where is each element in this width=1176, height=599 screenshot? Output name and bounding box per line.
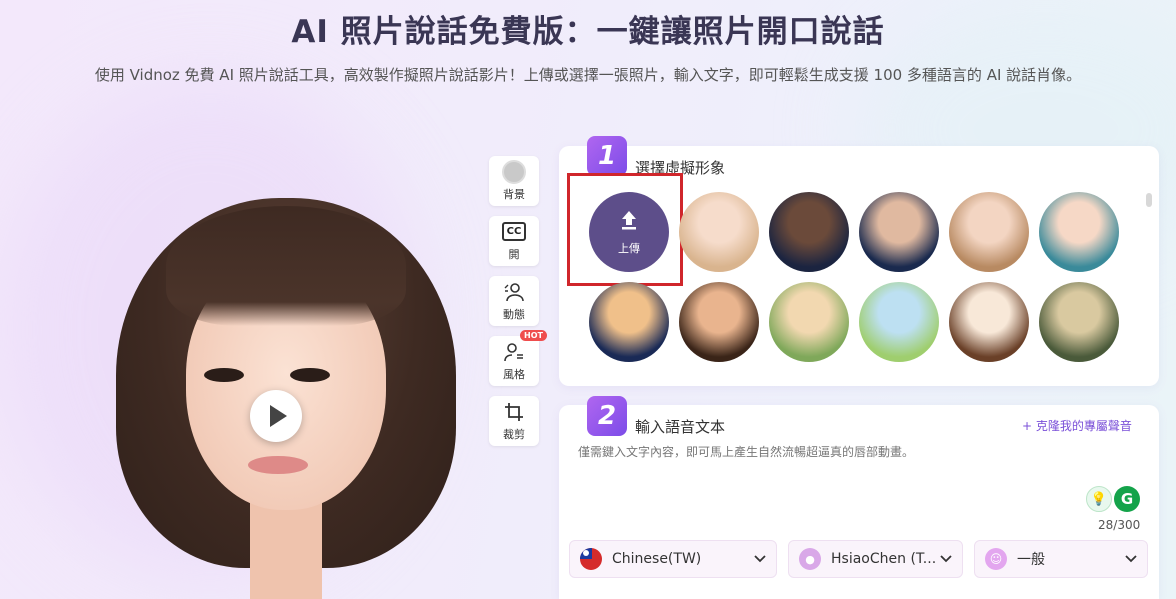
style-select[interactable]: ☺ 一般 <box>974 540 1148 578</box>
tool-label: 風格 <box>503 367 525 381</box>
clone-voice-link[interactable]: + 克隆我的專屬聲音 <box>1022 417 1132 434</box>
avatar-list-scrollbar[interactable] <box>1146 193 1152 207</box>
tool-label: 背景 <box>503 187 525 201</box>
language-select[interactable]: Chinese(TW) <box>569 540 777 578</box>
lightbulb-icon[interactable]: 💡 <box>1086 486 1112 512</box>
avatar-baby-1[interactable] <box>949 192 1029 272</box>
grammarly-icon[interactable]: G <box>1114 486 1140 512</box>
smile-emoji-icon: ☺ <box>985 548 1007 570</box>
right-eye <box>290 368 330 382</box>
avatar-cartoon-girl-1[interactable] <box>769 282 849 362</box>
cc-icon: CC <box>502 221 526 243</box>
chevron-down-icon <box>754 551 766 567</box>
helper-icons: 💡 G <box>1086 486 1140 512</box>
tool-motion[interactable]: 動態 <box>489 276 539 326</box>
avatar-cartoon-girl-2[interactable] <box>859 282 939 362</box>
bangs <box>166 206 406 326</box>
crop-icon <box>502 401 526 423</box>
taiwan-flag-icon <box>580 548 602 570</box>
play-icon[interactable] <box>250 390 302 442</box>
step-2-badge: 2 <box>587 396 627 436</box>
upload-button[interactable]: 上傳 <box>589 192 669 272</box>
tool-label: 閧 <box>508 247 520 261</box>
avatar-politician-cartoon[interactable] <box>589 282 669 362</box>
avatar-blonde-woman[interactable] <box>679 192 759 272</box>
page-subtitle: 使用 Vidnoz 免費 AI 照片說話工具，高效製作擬照片說話影片！上傳或選擇… <box>94 66 1082 84</box>
style-person-icon <box>502 341 526 363</box>
avatar-baby-hat[interactable] <box>679 282 759 362</box>
step-2-title: 輸入語音文本 <box>635 418 726 436</box>
tool-crop[interactable]: 裁剪 <box>489 396 539 446</box>
tool-label: 裁剪 <box>503 427 525 441</box>
tool-captions[interactable]: CC 閧 <box>489 216 539 266</box>
motion-person-icon <box>502 281 526 303</box>
voice-select[interactable]: ● HsiaoChen (T... <box>788 540 963 578</box>
left-eye <box>204 368 244 382</box>
portrait-preview <box>100 190 470 599</box>
voice-value: HsiaoChen (T... <box>831 551 937 567</box>
avatar-baby-2[interactable] <box>1039 192 1119 272</box>
upload-icon <box>619 209 639 236</box>
tool-style[interactable]: HOT 風格 <box>489 330 547 386</box>
step-1-badge: 1 <box>587 136 627 176</box>
tool-label: 動態 <box>503 307 525 321</box>
avatar-cartoon-woman[interactable] <box>949 282 1029 362</box>
lips <box>248 456 308 474</box>
upload-label: 上傳 <box>618 241 640 255</box>
language-value: Chinese(TW) <box>612 551 702 567</box>
style-value: 一般 <box>1017 552 1045 568</box>
voice-avatar-icon: ● <box>799 548 821 570</box>
avatar-news-anchor-woman[interactable] <box>769 192 849 272</box>
hot-badge: HOT <box>520 330 547 341</box>
avatar-cartoon-soldier[interactable] <box>1039 282 1119 362</box>
character-counter: 28/300 <box>1098 518 1141 532</box>
background-circle-icon <box>502 159 526 184</box>
page-title: AI 照片說話免費版：一鍵讓照片開口說話 <box>291 14 885 50</box>
chevron-down-icon <box>940 551 952 567</box>
avatar-news-anchor-man[interactable] <box>859 192 939 272</box>
chevron-down-icon <box>1125 551 1137 567</box>
script-text-input[interactable] <box>578 443 1148 503</box>
tool-background[interactable]: 背景 <box>489 156 539 206</box>
